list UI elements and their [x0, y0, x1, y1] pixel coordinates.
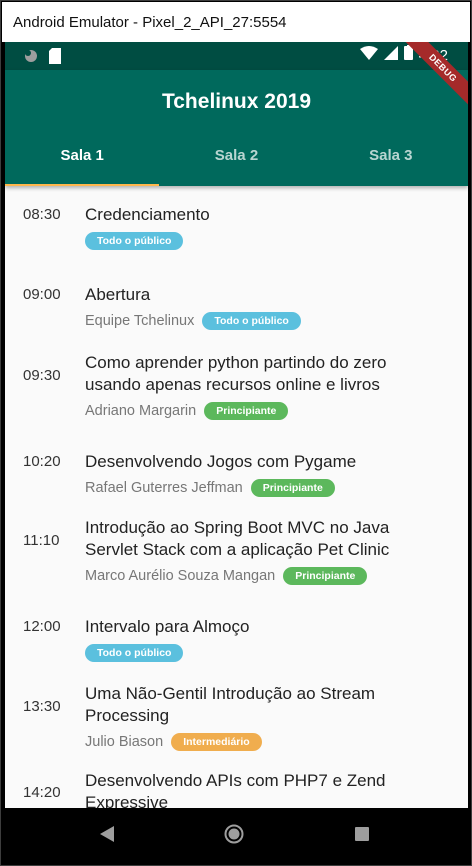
tab-sala-2[interactable]: Sala 2 [159, 128, 313, 186]
speaker-name: Adriano Margarin [85, 403, 197, 419]
speaker-name: Equipe Tchelinux [85, 313, 195, 329]
talk-time: 09:30 [23, 367, 61, 384]
sync-icon [23, 48, 39, 69]
level-badge: Principiante [283, 567, 368, 585]
app-bar: Tchelinux 2019 Sala 1 Sala 2 Sala 3 [5, 70, 468, 186]
talk-time: 08:30 [23, 206, 61, 223]
talk-title: Abertura [85, 285, 151, 304]
wifi-icon [359, 45, 378, 65]
level-badge: Todo o público [85, 232, 184, 250]
talk-title: Desenvolvendo APIs com PHP7 e Zend Expre… [85, 771, 386, 808]
speaker-name: Julio Biason [85, 734, 164, 750]
schedule-list[interactable]: 08:30 Credenciamento Todo o público 09:0… [5, 186, 468, 808]
tab-indicator [5, 184, 160, 186]
tab-bar: Sala 1 Sala 2 Sala 3 [5, 128, 468, 186]
recents-icon[interactable] [355, 827, 369, 846]
talk-time: 12:00 [23, 618, 61, 635]
speaker-name: Rafael Guterres Jeffman [85, 480, 243, 496]
android-nav-bar [5, 808, 468, 862]
signal-icon [383, 45, 398, 65]
tab-label: Sala 1 [60, 147, 104, 164]
tab-sala-1[interactable]: Sala 1 [5, 128, 160, 186]
emulator-window: Android Emulator - Pixel_2_API_27:5554 D… [0, 0, 472, 866]
window-title: Android Emulator - Pixel_2_API_27:5554 [13, 13, 287, 31]
level-badge: Todo o público [85, 644, 184, 662]
level-badge: Principiante [250, 479, 335, 497]
home-icon[interactable] [224, 824, 244, 849]
level-badge: Intermediário [171, 733, 262, 751]
talk-title: Como aprender python partindo do zero us… [85, 353, 387, 394]
tab-label: Sala 3 [369, 147, 413, 164]
talk-title: Introdução ao Spring Boot MVC no Java Se… [85, 518, 390, 559]
talk-time: 11:10 [23, 532, 60, 549]
window-titlebar: Android Emulator - Pixel_2_API_27:5554 [2, 2, 470, 42]
app-title: Tchelinux 2019 [161, 90, 311, 113]
tab-sala-3[interactable]: Sala 3 [314, 128, 468, 186]
talk-title: Intervalo para Almoço [85, 617, 250, 636]
status-bar: 4:02 [5, 42, 468, 70]
speaker-name: Marco Aurélio Souza Mangan [85, 568, 276, 584]
talk-title: Credenciamento [85, 205, 210, 224]
talk-title: Uma Não-Gentil Introdução ao Stream Proc… [85, 684, 376, 725]
back-icon[interactable] [100, 826, 114, 847]
sd-card-icon [49, 48, 61, 69]
talk-time: 13:30 [23, 698, 61, 715]
level-badge: Principiante [204, 402, 289, 420]
talk-title: Desenvolvendo Jogos com Pygame [85, 452, 357, 471]
talk-time: 09:00 [23, 286, 61, 303]
talk-time: 10:20 [23, 453, 61, 470]
talk-time: 14:20 [23, 784, 61, 801]
phone-screen: 4:02 DEBUG Tchelinux 2019 Sala 1 Sala 2 … [5, 42, 468, 862]
tab-label: Sala 2 [214, 147, 259, 164]
level-badge: Todo o público [202, 312, 301, 330]
